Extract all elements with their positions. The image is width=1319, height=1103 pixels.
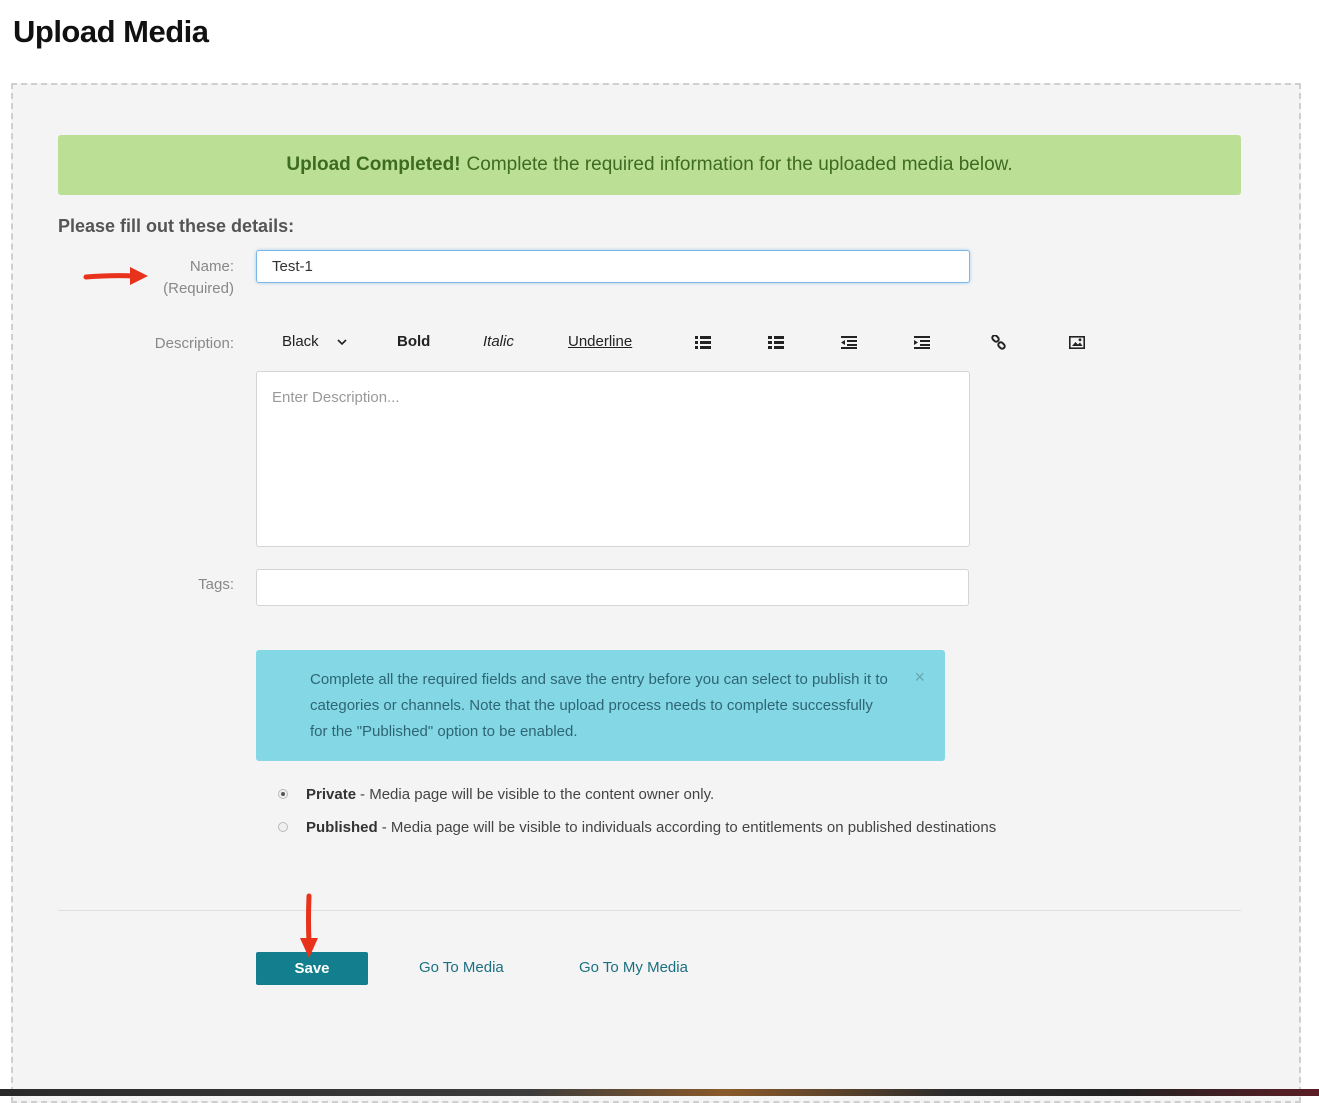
bottom-background-strip — [0, 1089, 1319, 1096]
bulleted-list-icon[interactable] — [695, 329, 711, 355]
banner-text: Complete the required information for th… — [466, 154, 1013, 175]
image-icon[interactable] — [1069, 329, 1085, 355]
tags-input[interactable] — [256, 569, 969, 606]
indent-icon[interactable] — [914, 329, 930, 355]
published-option-description: - Media page will be visible to individu… — [381, 818, 997, 836]
published-option-title: Published — [306, 818, 378, 836]
private-option-description: - Media page will be visible to the cont… — [360, 785, 715, 803]
bold-button[interactable]: Bold — [397, 329, 430, 355]
published-option[interactable]: Published - Media page will be visible t… — [278, 817, 996, 837]
description-input[interactable] — [256, 371, 970, 547]
publish-info-alert: Complete all the required fields and sav… — [256, 650, 945, 761]
outdent-icon[interactable] — [841, 329, 857, 355]
page-title: Upload Media — [13, 14, 209, 49]
upload-success-banner: Upload Completed! Complete the required … — [58, 135, 1241, 195]
form-heading: Please fill out these details: — [58, 216, 295, 236]
numbered-list-icon[interactable] — [768, 329, 784, 355]
private-radio[interactable] — [278, 789, 288, 799]
annotation-arrow-right-icon — [83, 267, 148, 285]
description-label: Description: — [154, 335, 234, 352]
name-input[interactable] — [256, 250, 970, 283]
close-icon[interactable]: × — [914, 668, 925, 686]
text-color-value: Black — [282, 333, 319, 350]
link-icon[interactable] — [991, 329, 1006, 355]
banner-strong-text: Upload Completed! — [286, 154, 461, 175]
go-to-media-link[interactable]: Go To Media — [419, 959, 504, 976]
published-radio[interactable] — [278, 822, 288, 832]
info-text: Complete all the required fields and sav… — [310, 671, 888, 740]
private-option[interactable]: Private - Media page will be visible to … — [278, 784, 714, 804]
go-to-my-media-link[interactable]: Go To My Media — [579, 959, 688, 976]
tags-label: Tags: — [198, 576, 234, 593]
description-toolbar: Black Bold Italic Underline — [282, 329, 1102, 355]
italic-button[interactable]: Italic — [483, 329, 514, 355]
divider — [58, 910, 1241, 911]
underline-button[interactable]: Underline — [568, 329, 632, 355]
private-option-title: Private — [306, 785, 357, 803]
text-color-select[interactable]: Black — [282, 329, 347, 355]
annotation-arrow-down-icon — [300, 893, 318, 958]
chevron-down-icon — [337, 333, 347, 350]
